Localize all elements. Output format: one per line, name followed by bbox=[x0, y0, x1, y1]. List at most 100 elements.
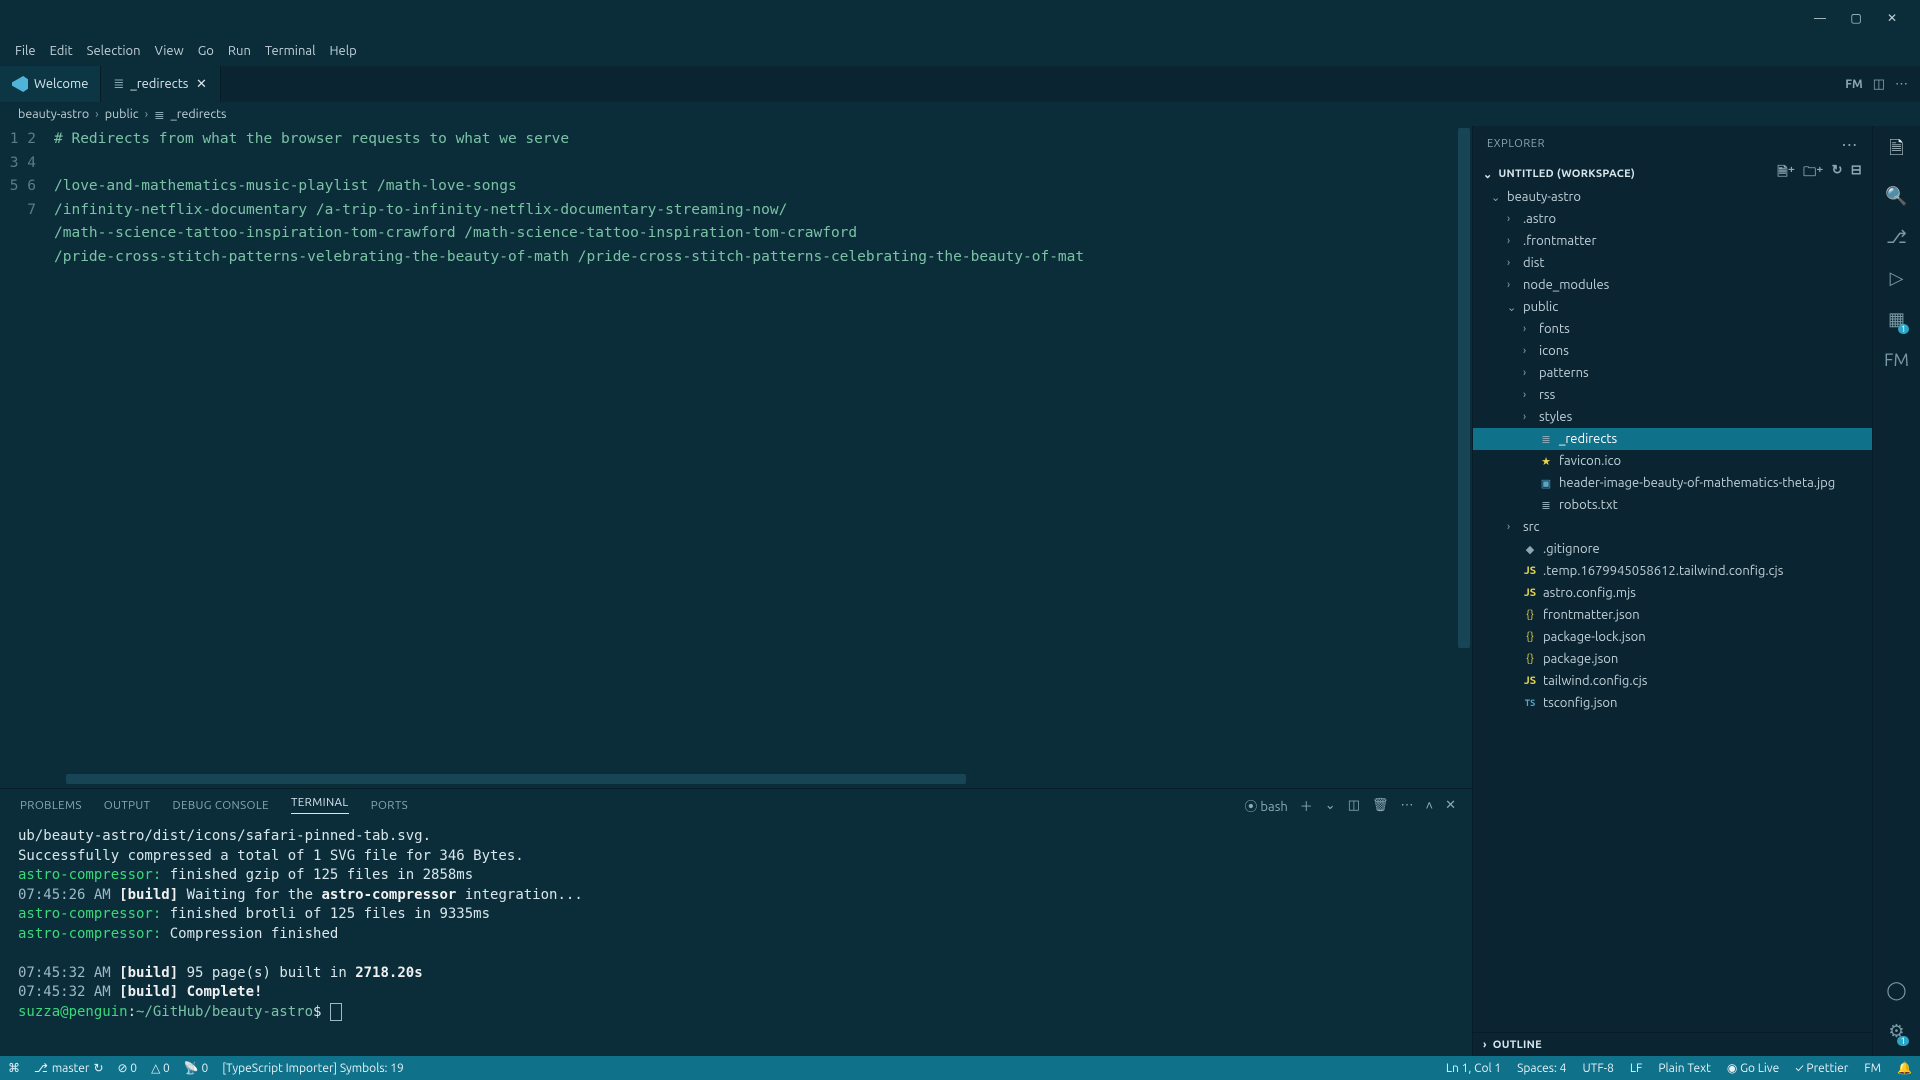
menu-go[interactable]: Go bbox=[191, 44, 221, 58]
collapse-icon[interactable]: ⊟ bbox=[1851, 163, 1862, 185]
editor-scrollbar-horizontal[interactable] bbox=[66, 774, 966, 784]
folder-dist[interactable]: ›dist bbox=[1473, 252, 1872, 274]
menu-help[interactable]: Help bbox=[322, 44, 363, 58]
menu-edit[interactable]: Edit bbox=[43, 44, 80, 58]
indentation[interactable]: Spaces: 4 bbox=[1517, 1062, 1566, 1075]
file-robots.txt[interactable]: ≣robots.txt bbox=[1473, 494, 1872, 516]
file-tree[interactable]: ⌄beauty-astro›.astro›.frontmatter›dist›n… bbox=[1473, 186, 1872, 1032]
folder-src[interactable]: ›src bbox=[1473, 516, 1872, 538]
sidebar-more-icon[interactable]: ⋯ bbox=[1841, 135, 1858, 154]
folder-fonts[interactable]: ›fonts bbox=[1473, 318, 1872, 340]
breadcrumb-segment[interactable]: public bbox=[105, 107, 139, 121]
maximize-panel-icon[interactable]: ˄ bbox=[1426, 798, 1434, 813]
folder-.astro[interactable]: ›.astro bbox=[1473, 208, 1872, 230]
file-.temp.1679945058612.tailwind.config.cjs[interactable]: JS.temp.1679945058612.tailwind.config.cj… bbox=[1473, 560, 1872, 582]
chevron-icon: ⌄ bbox=[1507, 301, 1517, 314]
minimize-button[interactable]: — bbox=[1802, 12, 1838, 25]
file-frontmatter.json[interactable]: {}frontmatter.json bbox=[1473, 604, 1872, 626]
remote-indicator[interactable]: ⌘ bbox=[8, 1061, 20, 1075]
encoding[interactable]: UTF-8 bbox=[1582, 1062, 1613, 1075]
tab-actions: FM ◫ ⋯ bbox=[1845, 66, 1920, 102]
run-icon[interactable]: ▷ bbox=[1890, 268, 1904, 289]
extensions-icon[interactable]: ▦1 bbox=[1888, 309, 1905, 330]
close-tab-button[interactable]: ✕ bbox=[194, 77, 208, 92]
problems-warnings[interactable]: △ 0 bbox=[151, 1061, 170, 1075]
tree-label: package.json bbox=[1543, 652, 1618, 666]
file-tsconfig.json[interactable]: TStsconfig.json bbox=[1473, 692, 1872, 714]
file-astro.config.mjs[interactable]: JSastro.config.mjs bbox=[1473, 582, 1872, 604]
terminal[interactable]: ub/beauty-astro/dist/icons/safari-pinned… bbox=[0, 821, 1472, 1056]
file-_redirects[interactable]: ≣_redirects bbox=[1473, 428, 1872, 450]
close-window-button[interactable]: ✕ bbox=[1874, 11, 1910, 25]
explorer-icon[interactable]: 🗎 bbox=[1889, 136, 1920, 166]
maximize-button[interactable]: ▢ bbox=[1838, 11, 1874, 25]
close-panel-icon[interactable]: ✕ bbox=[1445, 798, 1456, 813]
fm-icon[interactable]: FM bbox=[1884, 350, 1909, 370]
ports-status[interactable]: 📡 0 bbox=[184, 1061, 208, 1075]
editor-content[interactable]: # Redirects from what the browser reques… bbox=[54, 126, 1472, 788]
breadcrumb-segment[interactable]: beauty-astro bbox=[18, 107, 89, 121]
notifications-bell-icon[interactable]: 🔔 bbox=[1897, 1061, 1912, 1075]
folder-node_modules[interactable]: ›node_modules bbox=[1473, 274, 1872, 296]
panel-tab-problems[interactable]: PROBLEMS bbox=[20, 799, 82, 812]
folder-patterns[interactable]: ›patterns bbox=[1473, 362, 1872, 384]
split-editor-icon[interactable]: ◫ bbox=[1873, 77, 1885, 92]
menu-run[interactable]: Run bbox=[221, 44, 258, 58]
file-package-lock.json[interactable]: {}package-lock.json bbox=[1473, 626, 1872, 648]
panel-tab-output[interactable]: OUTPUT bbox=[104, 799, 151, 812]
chevron-icon: › bbox=[1507, 213, 1517, 225]
outline-header[interactable]: › OUTLINE bbox=[1473, 1032, 1872, 1056]
folder-.frontmatter[interactable]: ›.frontmatter bbox=[1473, 230, 1872, 252]
file-tailwind.config.cjs[interactable]: JStailwind.config.cjs bbox=[1473, 670, 1872, 692]
kill-terminal-icon[interactable]: 🗑 bbox=[1372, 798, 1389, 813]
problems-errors[interactable]: ⊘ 0 bbox=[118, 1061, 138, 1075]
cursor-position[interactable]: Ln 1, Col 1 bbox=[1446, 1062, 1501, 1075]
fm-icon[interactable]: FM bbox=[1845, 78, 1862, 91]
menubar: FileEditSelectionViewGoRunTerminalHelp bbox=[0, 36, 1920, 66]
tree-label: frontmatter.json bbox=[1543, 608, 1640, 622]
workspace-header[interactable]: ⌄ UNTITLED (WORKSPACE) 🗎⁺ 🗀⁺ ↻ ⊟ bbox=[1473, 162, 1872, 186]
folder-icons[interactable]: ›icons bbox=[1473, 340, 1872, 362]
file-.gitignore[interactable]: ◆.gitignore bbox=[1473, 538, 1872, 560]
language-mode[interactable]: Plain Text bbox=[1658, 1062, 1711, 1075]
account-icon[interactable]: ◯ bbox=[1886, 980, 1906, 1001]
panel-tab-terminal[interactable]: TERMINAL bbox=[291, 796, 349, 814]
menu-selection[interactable]: Selection bbox=[80, 44, 148, 58]
more-icon[interactable]: ⋯ bbox=[1401, 798, 1414, 813]
new-file-icon[interactable]: 🗎⁺ bbox=[1777, 163, 1795, 185]
folder-styles[interactable]: ›styles bbox=[1473, 406, 1872, 428]
shell-indicator[interactable]: ⦿ bash bbox=[1244, 796, 1287, 815]
tab-redirects[interactable]: ≣ _redirects ✕ bbox=[101, 66, 221, 102]
folder-beauty-astro[interactable]: ⌄beauty-astro bbox=[1473, 186, 1872, 208]
new-folder-icon[interactable]: 🗀⁺ bbox=[1803, 163, 1823, 185]
fm-status[interactable]: FM bbox=[1864, 1062, 1881, 1075]
terminal-dropdown-icon[interactable]: ⌄ bbox=[1325, 798, 1336, 813]
go-live[interactable]: ◉ Go Live bbox=[1727, 1061, 1779, 1075]
editor-scrollbar-vertical[interactable] bbox=[1458, 128, 1470, 648]
folder-rss[interactable]: ›rss bbox=[1473, 384, 1872, 406]
prettier-status[interactable]: ✓ Prettier bbox=[1795, 1062, 1848, 1075]
panel-tab-debug-console[interactable]: DEBUG CONSOLE bbox=[172, 799, 269, 812]
folder-public[interactable]: ⌄public bbox=[1473, 296, 1872, 318]
text-editor[interactable]: 1 2 3 4 5 6 7 # Redirects from what the … bbox=[0, 126, 1472, 788]
breadcrumb-segment[interactable]: _redirects bbox=[171, 107, 227, 121]
git-branch[interactable]: ⎇ master ↻ bbox=[34, 1061, 104, 1075]
menu-terminal[interactable]: Terminal bbox=[258, 44, 323, 58]
file-favicon.ico[interactable]: ★favicon.ico bbox=[1473, 450, 1872, 472]
eol[interactable]: LF bbox=[1630, 1062, 1642, 1075]
sidebar-explorer: EXPLORER ⋯ ⌄ UNTITLED (WORKSPACE) 🗎⁺ 🗀⁺ … bbox=[1472, 126, 1872, 1056]
tab-welcome[interactable]: Welcome bbox=[0, 66, 101, 102]
file-package.json[interactable]: {}package.json bbox=[1473, 648, 1872, 670]
search-icon[interactable]: 🔍 bbox=[1885, 186, 1907, 207]
split-terminal-icon[interactable]: ◫ bbox=[1348, 798, 1360, 813]
panel-tab-ports[interactable]: PORTS bbox=[371, 799, 408, 812]
menu-file[interactable]: File bbox=[8, 44, 43, 58]
more-actions-icon[interactable]: ⋯ bbox=[1895, 77, 1908, 92]
gear-icon[interactable]: ⚙1 bbox=[1888, 1021, 1904, 1042]
refresh-icon[interactable]: ↻ bbox=[1832, 163, 1843, 185]
new-terminal-button[interactable]: ＋ bbox=[1300, 796, 1313, 815]
menu-view[interactable]: View bbox=[148, 44, 191, 58]
scm-icon[interactable]: ⎇ bbox=[1886, 227, 1907, 248]
ts-importer-status[interactable]: [TypeScript Importer] Symbols: 19 bbox=[222, 1062, 404, 1075]
file-header-image-beauty-of-mathematics-theta.jpg[interactable]: ▣header-image-beauty-of-mathematics-thet… bbox=[1473, 472, 1872, 494]
